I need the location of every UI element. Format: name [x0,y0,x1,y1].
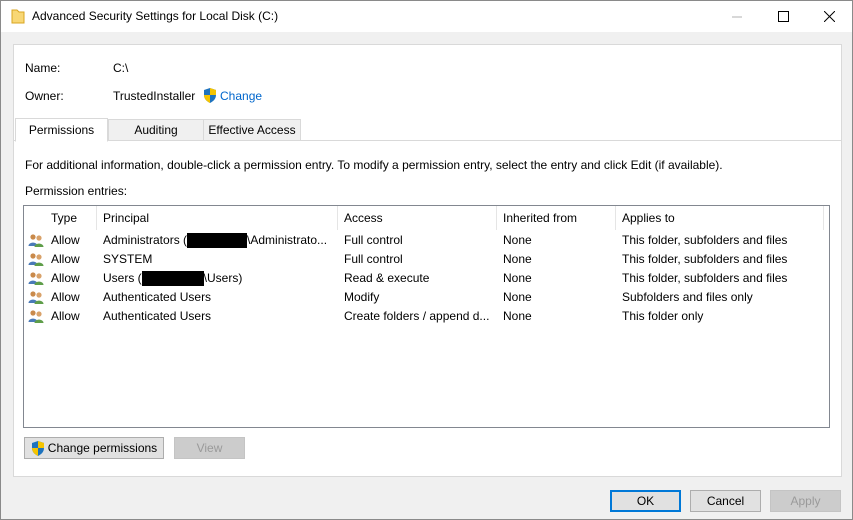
ok-label: OK [636,494,655,508]
cell-principal: Authenticated Users [103,288,335,307]
tab-divider [14,140,841,141]
change-owner-label: Change [220,88,263,103]
minimize-button[interactable] [714,1,760,32]
cell-principal: Users ( \Users) [103,269,335,288]
cell-inherited-from: None [503,252,532,266]
tab-auditing-label: Auditing [134,123,178,137]
tab-auditing[interactable]: Auditing [108,119,204,141]
users-icon [28,310,44,323]
apply-label: Apply [790,494,821,508]
table-row[interactable]: Allow Users ( \Users) Read & execute None Thi… [24,269,829,288]
view-label: View [196,441,223,455]
redaction-block [187,233,248,249]
maximize-button[interactable] [760,1,806,32]
cell-access: Read & execute [344,271,430,285]
principal-text: SYSTEM [103,252,153,266]
cell-type: Allow [51,271,80,285]
uac-shield-icon [31,440,44,456]
ok-button[interactable]: OK [610,490,681,512]
principal-text: Administrators ( [103,233,188,247]
cell-access: Full control [344,233,403,247]
cancel-label: Cancel [706,494,745,508]
cell-applies-to: This folder, subfolders and files [622,233,788,247]
cell-applies-to: This folder only [622,309,704,323]
users-icon [28,272,44,285]
tab-effective-access[interactable]: Effective Access [203,119,301,141]
principal-text: Users ( [103,271,142,285]
change-permissions-button[interactable]: Change permissions [24,437,164,459]
owner-label: Owner: [25,89,64,103]
cell-access: Modify [344,290,380,304]
tab-permissions[interactable]: Permissions [15,118,108,142]
cell-type: Allow [51,233,80,247]
window-title: Advanced Security Settings for Local Dis… [32,9,279,23]
column-applies-to[interactable]: Applies to [616,206,824,230]
users-icon [28,234,44,247]
table-row[interactable]: Allow SYSTEM Full control None This folder, … [24,250,829,269]
uac-shield-icon [204,88,216,103]
column-type[interactable]: Type [45,206,97,230]
cell-inherited-from: None [503,271,532,285]
cell-access: Full control [344,252,403,266]
tab-effective-access-label: Effective Access [208,123,296,137]
principal-suffix: \Administrato... [247,233,328,247]
cancel-button[interactable]: Cancel [690,490,761,512]
column-inherited-from[interactable]: Inherited from [497,206,616,230]
table-row[interactable]: Allow Administrators ( \Administrato... Ful… [24,231,829,250]
column-access[interactable]: Access [338,206,497,230]
folder-icon [11,9,25,24]
list-header: Type Principal Access Inherited from App… [24,206,829,230]
maximize-icon [777,11,789,22]
users-icon [28,291,44,304]
column-principal[interactable]: Principal [97,206,338,230]
cell-principal: SYSTEM [103,250,335,269]
table-row[interactable]: Allow Authenticated Users Modify None Subfol… [24,288,829,307]
cell-type: Allow [51,252,80,266]
tab-permissions-label: Permissions [28,123,95,137]
close-button[interactable] [806,1,852,32]
permission-entries-list[interactable]: Type Principal Access Inherited from App… [23,205,830,428]
owner-change-link[interactable]: Change [203,88,262,103]
cell-applies-to: This folder, subfolders and files [622,271,788,285]
principal-text: Authenticated Users [103,309,212,323]
cell-type: Allow [51,309,80,323]
cell-principal: Authenticated Users [103,307,335,326]
entries-label: Permission entries: [25,184,128,198]
cell-type: Allow [51,290,80,304]
name-label: Name: [25,61,61,75]
cell-access: Create folders / append d... [344,309,490,323]
apply-button[interactable]: Apply [770,490,841,512]
table-row[interactable]: Allow Authenticated Users Create folders /… [24,307,829,326]
cell-applies-to: Subfolders and files only [622,290,753,304]
name-value: C:\ [113,61,129,75]
cell-applies-to: This folder, subfolders and files [622,252,788,266]
security-settings-window: Advanced Security Settings for Local Dis… [0,0,853,520]
close-icon [823,11,835,22]
cell-principal: Administrators ( \Administrato... [103,231,335,250]
minimize-icon [732,16,742,17]
users-icon [28,253,44,266]
cell-inherited-from: None [503,309,532,323]
title-bar: Advanced Security Settings for Local Dis… [1,1,852,32]
info-text: For additional information, double-click… [25,158,723,172]
principal-suffix: \Users) [203,271,243,285]
cell-inherited-from: None [503,233,532,247]
view-button[interactable]: View [174,437,245,459]
redaction-block [141,271,204,287]
cell-inherited-from: None [503,290,532,304]
principal-text: Authenticated Users [103,290,212,304]
change-permissions-label: Change permissions [47,441,158,455]
owner-value: TrustedInstaller [113,89,196,103]
